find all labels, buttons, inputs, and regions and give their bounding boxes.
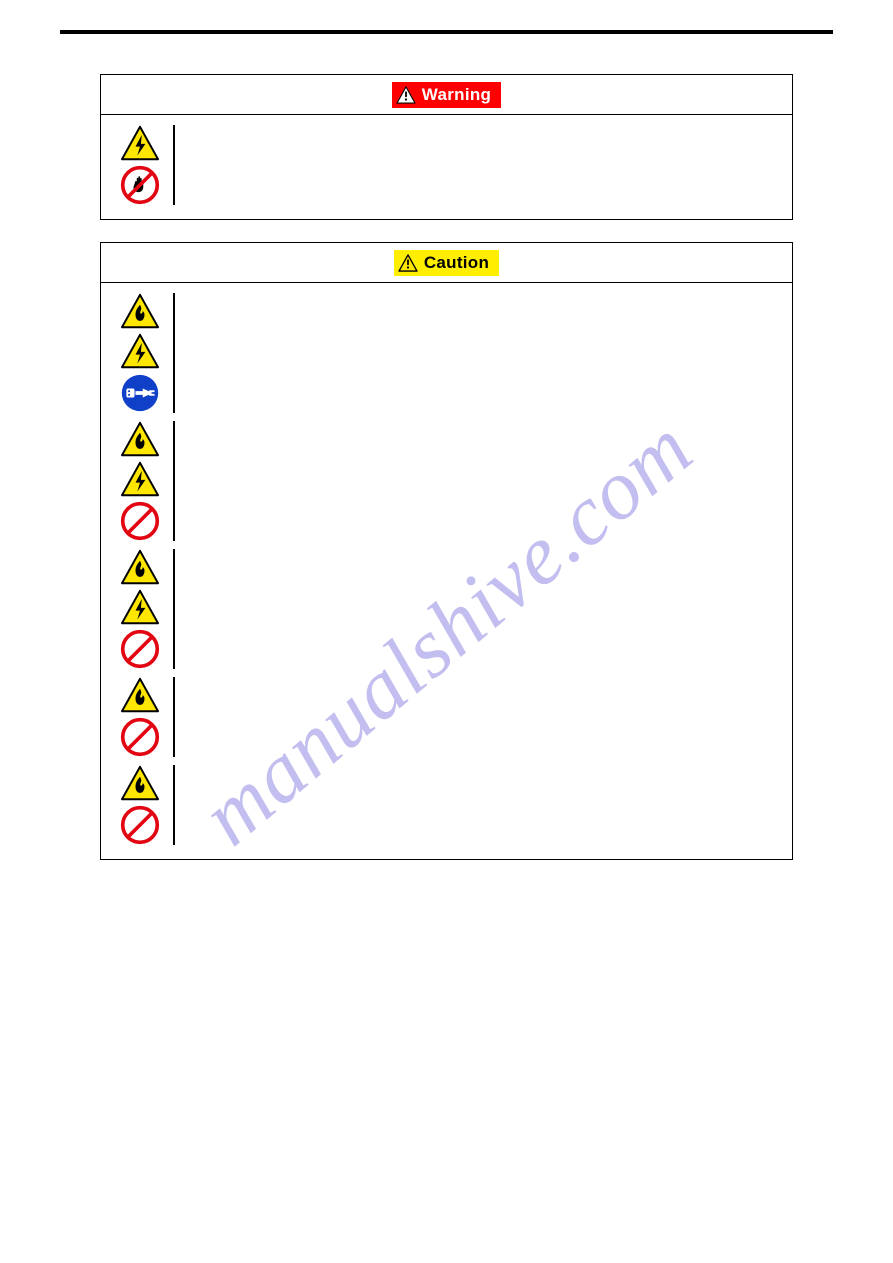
text-column bbox=[175, 677, 778, 757]
page-content: Warning Caution bbox=[0, 0, 893, 922]
electric-shock-icon bbox=[120, 333, 160, 369]
caution-row-4 bbox=[119, 677, 778, 757]
caution-box: Caution bbox=[100, 242, 793, 860]
caution-row-3 bbox=[119, 549, 778, 669]
prohibition-icon bbox=[120, 501, 160, 541]
caution-header: Caution bbox=[101, 243, 792, 283]
fire-hazard-icon bbox=[120, 293, 160, 329]
electric-shock-icon bbox=[120, 125, 160, 161]
caution-badge: Caution bbox=[394, 250, 499, 276]
icon-column bbox=[119, 765, 175, 845]
text-column bbox=[175, 549, 778, 669]
warning-box: Warning bbox=[100, 74, 793, 220]
caution-label: Caution bbox=[424, 253, 489, 273]
electric-shock-icon bbox=[120, 461, 160, 497]
unplug-icon bbox=[120, 373, 160, 413]
alert-triangle-icon bbox=[398, 254, 418, 272]
prohibition-icon bbox=[120, 717, 160, 757]
text-column bbox=[175, 125, 778, 205]
icon-column bbox=[119, 677, 175, 757]
warning-badge: Warning bbox=[392, 82, 501, 108]
warning-header: Warning bbox=[101, 75, 792, 115]
text-column bbox=[175, 293, 778, 413]
warning-label: Warning bbox=[422, 85, 491, 105]
fire-hazard-icon bbox=[120, 677, 160, 713]
caution-row-1 bbox=[119, 293, 778, 413]
caution-row-5 bbox=[119, 765, 778, 845]
text-column bbox=[175, 421, 778, 541]
icon-column bbox=[119, 125, 175, 205]
caution-body bbox=[101, 283, 792, 859]
fire-hazard-icon bbox=[120, 765, 160, 801]
caution-row-2 bbox=[119, 421, 778, 541]
warning-body bbox=[101, 115, 792, 219]
text-column bbox=[175, 765, 778, 845]
warning-row-1 bbox=[119, 125, 778, 205]
do-not-touch-icon bbox=[120, 165, 160, 205]
electric-shock-icon bbox=[120, 589, 160, 625]
prohibition-icon bbox=[120, 805, 160, 845]
icon-column bbox=[119, 549, 175, 669]
prohibition-icon bbox=[120, 629, 160, 669]
top-rule bbox=[60, 30, 833, 34]
alert-triangle-icon bbox=[396, 86, 416, 104]
fire-hazard-icon bbox=[120, 421, 160, 457]
icon-column bbox=[119, 421, 175, 541]
icon-column bbox=[119, 293, 175, 413]
fire-hazard-icon bbox=[120, 549, 160, 585]
